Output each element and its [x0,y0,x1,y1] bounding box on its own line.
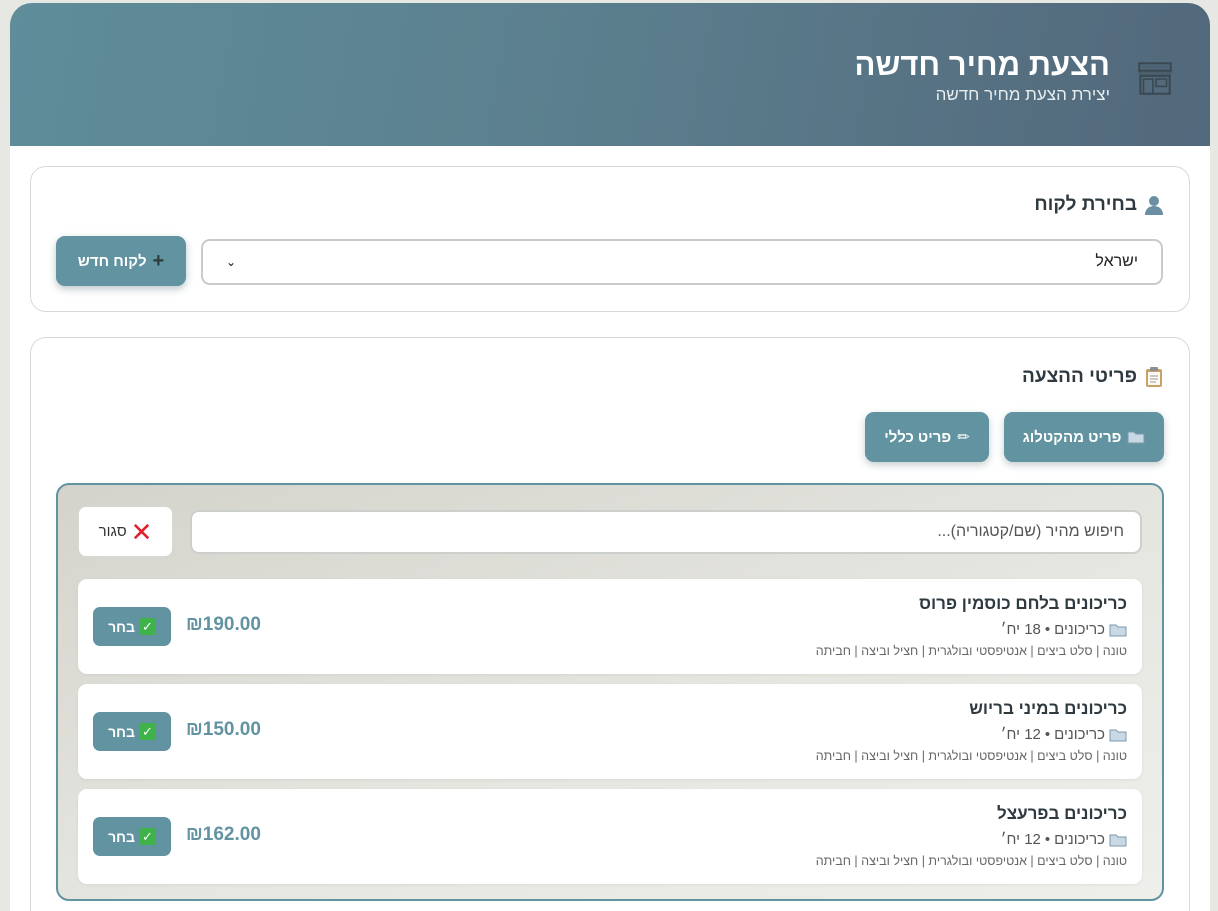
customer-select[interactable]: ישראל ⌄ [201,239,1163,285]
product-name: כריכונים במיני בריוש [969,699,1127,718]
items-section-label: פריטי ההצעה [1022,366,1137,387]
product-quantity: 12 יח׳ [1000,831,1041,848]
page-title: הצעת מחיר חדשה [854,46,1110,82]
check-icon: ✓ [138,723,156,740]
catalog-search-placeholder: חיפוש מהיר (שם/קטגוריה)... [937,523,1124,540]
catalog-item-label: פריט מהקטלוג [1022,428,1122,446]
check-icon: ✓ [138,618,156,635]
meta-separator: • [1044,831,1051,848]
product-meta: כריכונים • 18 יח׳ [1001,621,1127,638]
product-meta: כריכונים • 12 יח׳ [1001,726,1127,743]
product-quantity: 12 יח׳ [1000,726,1041,743]
product-quantity: 18 יח׳ [1000,621,1041,638]
product-row: כריכונים במיני בריוש כריכונים • 12 יח׳ ט… [78,684,1142,779]
folder-icon [1127,431,1145,444]
product-tags: טונה | סלט ביצים | אנטיפסטי ובולגרית | ח… [815,644,1127,658]
catalog-panel: חיפוש מהיר (שם/קטגוריה)... ✕ סגור כריכונ… [56,483,1164,901]
product-category: כריכונים [1054,831,1105,848]
plus-icon: + [152,249,165,272]
product-name: כריכונים בפרעצל [997,804,1127,823]
close-catalog-button[interactable]: ✕ סגור [78,506,173,557]
choose-product-button[interactable]: ✓ בחר [93,712,171,751]
store-icon [1137,61,1173,95]
customer-section-label: בחירת לקוח [1034,194,1137,215]
check-icon: ✓ [138,828,156,845]
catalog-item-button[interactable]: פריט מהקטלוג [1004,412,1164,462]
folder-icon [1109,729,1127,741]
product-price: ₪190.00 [186,614,261,635]
customer-select-value: ישראל [1095,253,1138,270]
folder-icon [1109,834,1127,846]
app-window: הצעת מחיר חדשה יצירת הצעת מחיר חדשה בחיר… [10,3,1210,911]
pencil-icon: ✏ [957,429,970,446]
product-category: כריכונים [1054,621,1105,638]
choose-label: בחר [108,618,135,635]
product-price: ₪150.00 [186,719,261,740]
product-price: ₪162.00 [186,824,261,845]
quote-items-section: פריטי ההצעה פריט מהקטלוג ✏ פריט כללי חיפ… [30,337,1190,911]
meta-separator: • [1044,621,1051,638]
person-icon [1145,196,1163,215]
product-tags: טונה | סלט ביצים | אנטיפסטי ובולגרית | ח… [815,854,1127,868]
items-section-title: פריטי ההצעה [1022,366,1165,388]
page-header: הצעת מחיר חדשה יצירת הצעת מחיר חדשה [10,3,1210,146]
chevron-down-icon: ⌄ [226,255,237,269]
product-row: כריכונים בלחם כוסמין פרוס כריכונים • 18 … [78,579,1142,674]
close-icon: ✕ [130,516,153,547]
new-customer-label: לקוח חדש [77,252,147,270]
customer-section-title: בחירת לקוח [1034,194,1165,216]
choose-label: בחר [108,723,135,740]
clipboard-icon [1146,367,1162,387]
general-item-button[interactable]: ✏ פריט כללי [865,412,989,462]
folder-icon [1109,624,1127,636]
product-meta: כריכונים • 12 יח׳ [1001,831,1127,848]
new-customer-button[interactable]: + לקוח חדש [56,236,186,286]
choose-product-button[interactable]: ✓ בחר [93,607,171,646]
catalog-search-input[interactable]: חיפוש מהיר (שם/קטגוריה)... [190,510,1142,554]
close-catalog-label: סגור [98,523,127,540]
meta-separator: • [1044,726,1051,743]
product-category: כריכונים [1054,726,1105,743]
general-item-label: פריט כללי [884,428,952,446]
customer-section: בחירת לקוח ישראל ⌄ + לקוח חדש [30,166,1190,312]
choose-product-button[interactable]: ✓ בחר [93,817,171,856]
product-name: כריכונים בלחם כוסמין פרוס [919,594,1127,613]
choose-label: בחר [108,828,135,845]
product-row: כריכונים בפרעצל כריכונים • 12 יח׳ טונה |… [78,789,1142,884]
page-subtitle: יצירת הצעת מחיר חדשה [935,84,1110,104]
product-tags: טונה | סלט ביצים | אנטיפסטי ובולגרית | ח… [815,749,1127,763]
